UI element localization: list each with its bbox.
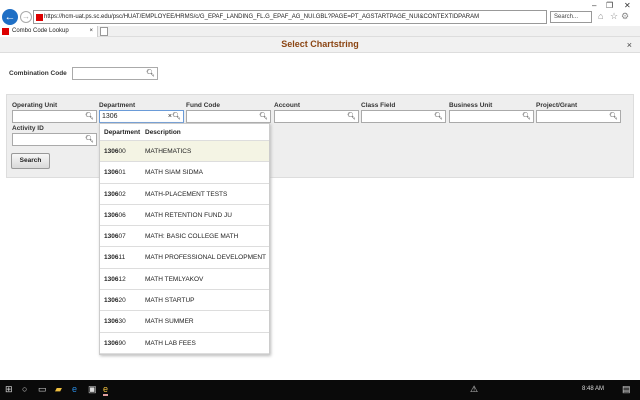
- address-bar[interactable]: https://hcm-uat.ps.sc.edu/psc/HUAT/EMPLO…: [33, 10, 547, 24]
- restore-icon[interactable]: ❐: [606, 1, 613, 10]
- back-icon[interactable]: ←: [2, 9, 18, 25]
- tab-close-icon[interactable]: ×: [89, 26, 93, 37]
- account-label: Account: [274, 102, 300, 109]
- search-icon[interactable]: 🔍︎: [146, 68, 155, 79]
- department-code: 130600: [104, 148, 126, 155]
- search-icon[interactable]: 🔍︎: [172, 111, 181, 122]
- dropdown-row[interactable]: 130630 MATH SUMMER: [100, 311, 269, 333]
- tab-combo-code-lookup[interactable]: Combo Code Lookup ×: [0, 26, 98, 37]
- combination-code-input[interactable]: 🔍︎: [72, 67, 158, 80]
- new-tab-icon[interactable]: [100, 27, 108, 36]
- department-label: Department: [99, 102, 136, 109]
- gear-icon[interactable]: ⚙: [621, 11, 629, 22]
- dropdown-row[interactable]: 130607 MATH: BASIC COLLEGE MATH: [100, 226, 269, 248]
- dropdown-row[interactable]: 130690 MATH LAB FEES: [100, 333, 269, 354]
- ie-icon[interactable]: e: [103, 384, 109, 396]
- browser-toolbar: ← → https://hcm-uat.ps.sc.edu/psc/HUAT/E…: [0, 0, 640, 26]
- dropdown-row[interactable]: 130600 MATHEMATICS: [100, 141, 269, 163]
- fund-code-input[interactable]: 🔍︎: [186, 110, 271, 123]
- tray-warning-icon[interactable]: ⚠: [470, 384, 478, 395]
- favicon-icon: [2, 28, 9, 35]
- department-code: 130602: [104, 190, 126, 198]
- department-code: 130601: [104, 169, 126, 177]
- favicon-icon: [36, 14, 43, 21]
- minimize-icon[interactable]: –: [592, 1, 596, 10]
- taskbar: ⊞ ○ ▭ ▰ e ▣ e ⚠ 8:48 AM ▤: [0, 380, 640, 400]
- class-field-label: Class Field: [361, 102, 396, 109]
- tab-strip: Combo Code Lookup ×: [0, 26, 640, 37]
- start-icon[interactable]: ⊞: [5, 384, 13, 395]
- search-icon[interactable]: 🔍︎: [259, 111, 268, 122]
- dialog-header: Select Chartstring ×: [0, 37, 640, 53]
- dropdown-row[interactable]: 130601 MATH SIAM SIDMA: [100, 162, 269, 184]
- search-icon[interactable]: 🔍︎: [609, 111, 618, 122]
- cortana-icon[interactable]: ○: [22, 384, 27, 394]
- dropdown-row[interactable]: 130612 MATH TEMLYAKOV: [100, 269, 269, 291]
- search-icon[interactable]: 🔍︎: [85, 134, 94, 145]
- department-code: 130606: [104, 211, 126, 219]
- project-grant-input[interactable]: 🔍︎: [536, 110, 621, 123]
- department-code: 130607: [104, 233, 126, 241]
- notifications-icon[interactable]: ▤: [622, 384, 631, 395]
- close-icon[interactable]: ×: [627, 40, 632, 50]
- url-text: https://hcm-uat.ps.sc.edu/psc/HUAT/EMPLO…: [44, 14, 480, 20]
- business-unit-label: Business Unit: [449, 102, 493, 109]
- department-code: 130690: [104, 339, 126, 347]
- account-input[interactable]: 🔍︎: [274, 110, 359, 123]
- search-icon[interactable]: 🔍︎: [85, 111, 94, 122]
- page-title: Select Chartstring: [281, 39, 359, 49]
- dropdown-header: Department Description: [100, 124, 269, 141]
- activity-id-input[interactable]: 🔍︎: [12, 133, 97, 146]
- search-icon[interactable]: 🔍︎: [434, 111, 443, 122]
- operating-unit-label: Operating Unit: [12, 102, 58, 109]
- edge-icon[interactable]: e: [72, 384, 77, 394]
- department-code: 130612: [104, 275, 126, 283]
- dropdown-row[interactable]: 130620 MATH STARTUP: [100, 290, 269, 312]
- project-grant-label: Project/Grant: [536, 102, 578, 109]
- dropdown-row[interactable]: 130606 MATH RETENTION FUND JU: [100, 205, 269, 227]
- combination-code-label: Combination Code: [9, 70, 67, 77]
- activity-id-label: Activity ID: [12, 125, 44, 132]
- business-unit-input[interactable]: 🔍︎: [449, 110, 534, 123]
- browser-search-input[interactable]: Search...: [550, 11, 592, 23]
- store-icon[interactable]: ▣: [88, 384, 97, 395]
- search-button[interactable]: Search: [11, 153, 50, 169]
- fund-code-label: Fund Code: [186, 102, 220, 109]
- task-view-icon[interactable]: ▭: [38, 384, 47, 395]
- department-code: 130611: [104, 254, 126, 262]
- search-icon[interactable]: 🔍︎: [347, 111, 356, 122]
- operating-unit-input[interactable]: 🔍︎: [12, 110, 97, 123]
- search-icon[interactable]: 🔍︎: [522, 111, 531, 122]
- dropdown-row[interactable]: 130602 MATH-PLACEMENT TESTS: [100, 184, 269, 205]
- department-dropdown: Department Description 130600 MATHEMATICS 1…: [99, 123, 270, 355]
- favorites-icon[interactable]: ☆: [610, 11, 618, 22]
- window-close-icon[interactable]: ✕: [624, 1, 631, 10]
- home-icon[interactable]: ⌂: [598, 11, 603, 21]
- department-code: 130620: [104, 297, 126, 305]
- clock[interactable]: 8:48 AM: [582, 386, 604, 392]
- dropdown-row[interactable]: 130611 MATH PROFESSIONAL DEVELOPMENT: [100, 247, 269, 269]
- file-explorer-icon[interactable]: ▰: [55, 384, 62, 395]
- forward-icon[interactable]: →: [20, 11, 32, 23]
- department-input[interactable]: 1306 × 🔍︎: [99, 110, 184, 123]
- class-field-input[interactable]: 🔍︎: [361, 110, 446, 123]
- department-code: 130630: [104, 318, 126, 326]
